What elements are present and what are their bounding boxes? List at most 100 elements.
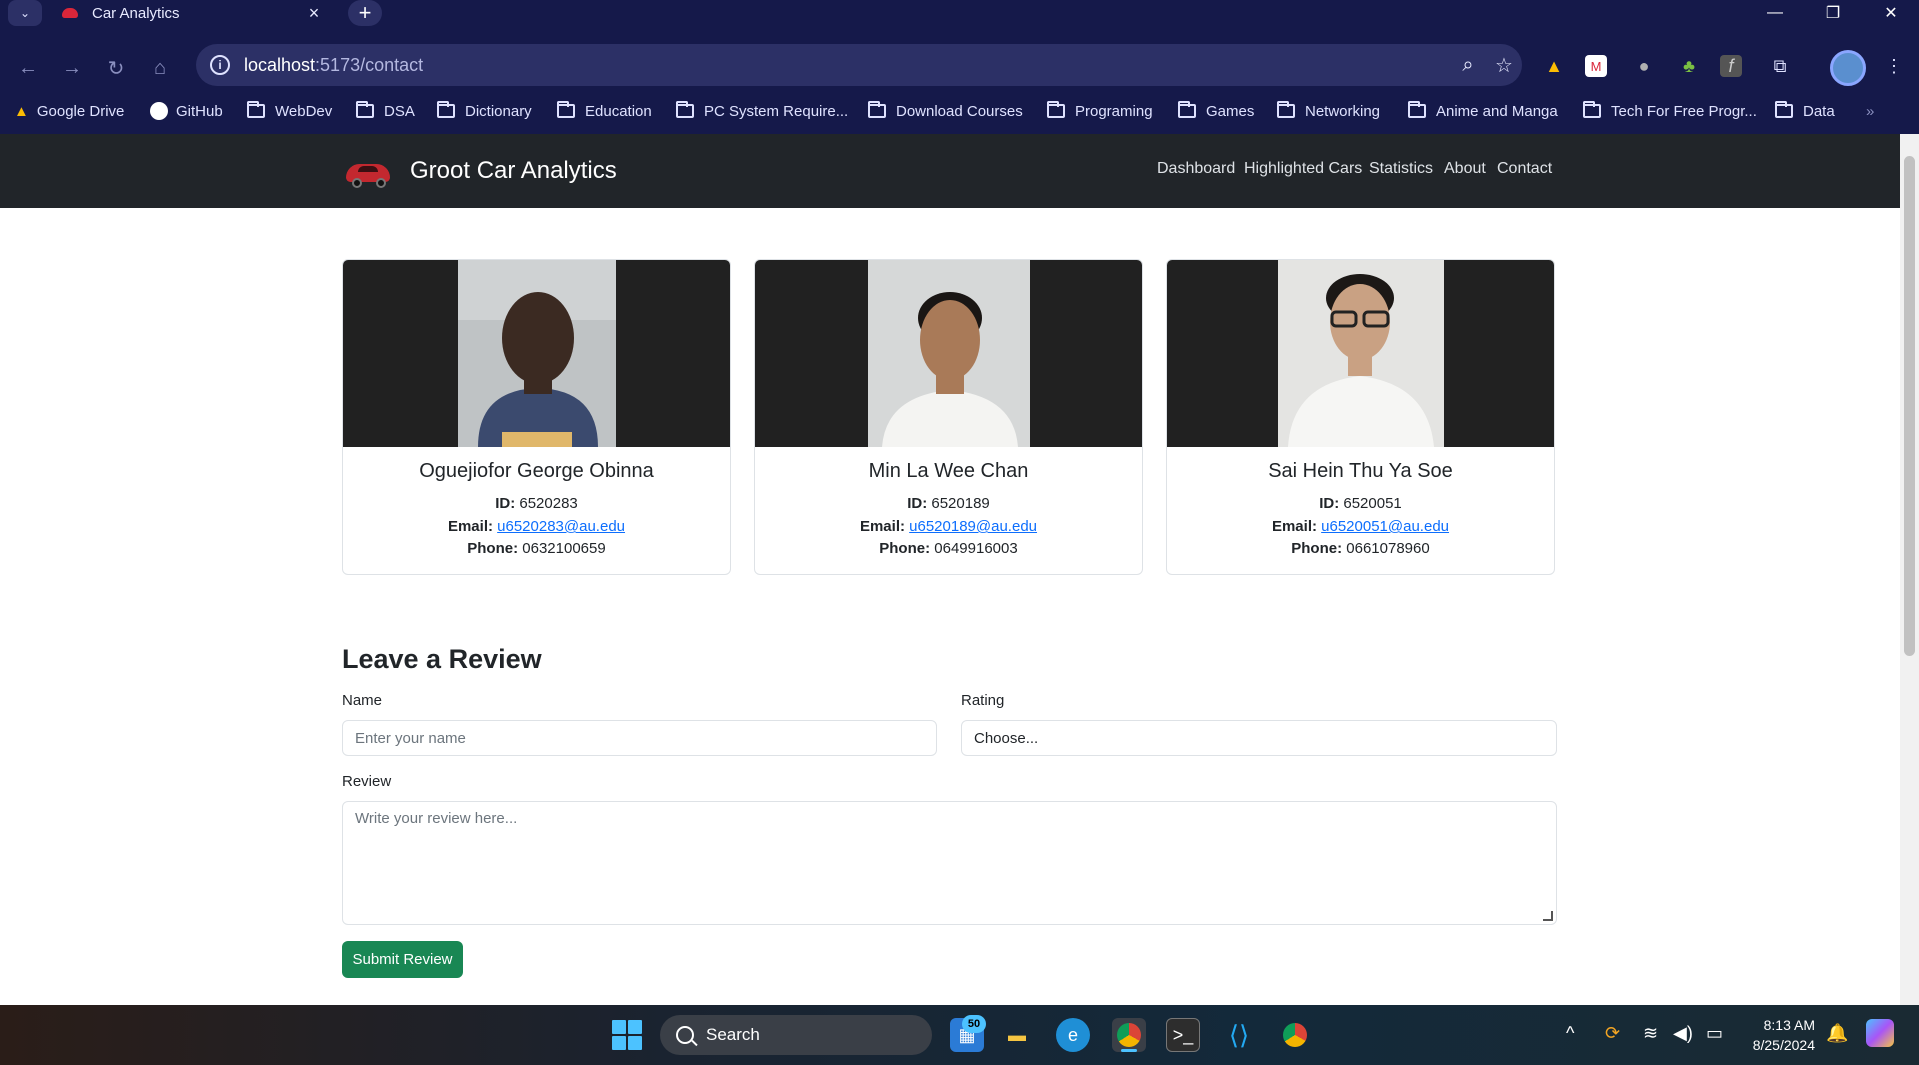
extension-bug-icon[interactable]: ● bbox=[1630, 52, 1658, 80]
tab-search-button[interactable]: ⌄ bbox=[8, 0, 42, 26]
edge-browser-icon[interactable]: e bbox=[1056, 1018, 1090, 1052]
nav-contact[interactable]: Contact bbox=[1497, 160, 1552, 178]
nav-dashboard[interactable]: Dashboard bbox=[1157, 160, 1235, 178]
tray-overflow-icon[interactable]: ^ bbox=[1566, 1023, 1574, 1044]
nav-about[interactable]: About bbox=[1444, 160, 1486, 178]
url-text[interactable]: localhost:5173/contact bbox=[244, 55, 1450, 76]
member-id-line: ID: 6520189 bbox=[907, 495, 990, 512]
scrollbar-thumb[interactable] bbox=[1904, 156, 1915, 656]
terminal-icon[interactable]: >_ bbox=[1166, 1018, 1200, 1052]
bookmark-folder-tech-for-free[interactable]: Tech For Free Progr... bbox=[1583, 99, 1757, 123]
folder-icon bbox=[1047, 101, 1065, 118]
windows-start-icon[interactable] bbox=[612, 1020, 642, 1050]
new-tab-button[interactable]: + bbox=[348, 0, 382, 26]
bookmark-folder-pc-system[interactable]: PC System Require... bbox=[676, 99, 848, 123]
member-photo-frame bbox=[1167, 260, 1554, 447]
folder-icon bbox=[1178, 101, 1196, 118]
team-member-card: Min La Wee Chan ID: 6520189 Email: u6520… bbox=[754, 259, 1143, 575]
member-email-link[interactable]: u6520283@au.edu bbox=[497, 518, 625, 535]
bookmark-folder-download-courses[interactable]: Download Courses bbox=[868, 99, 1023, 123]
bookmark-folder-programing[interactable]: Programing bbox=[1047, 99, 1153, 123]
car-favicon-icon bbox=[62, 8, 78, 18]
folder-icon bbox=[1408, 101, 1426, 118]
restore-icon[interactable]: ❐ bbox=[1808, 0, 1858, 26]
browser-tab-active[interactable]: Car Analytics × bbox=[50, 0, 340, 26]
nav-highlighted-cars[interactable]: Highlighted Cars bbox=[1244, 160, 1362, 178]
review-label: Review bbox=[342, 773, 392, 790]
page-content: Groot Car Analytics Dashboard Highlighte… bbox=[0, 134, 1900, 1005]
member-phone-line: Phone: 0661078960 bbox=[1291, 540, 1430, 557]
folder-icon bbox=[1775, 101, 1793, 118]
extensions-puzzle-icon[interactable]: ⧉ bbox=[1766, 52, 1794, 80]
profile-avatar[interactable] bbox=[1830, 50, 1866, 86]
bookmark-folder-webdev[interactable]: WebDev bbox=[247, 99, 332, 123]
resize-handle-icon[interactable] bbox=[1543, 911, 1553, 921]
tree-extension-icon[interactable]: ♣ bbox=[1675, 52, 1703, 80]
name-input[interactable]: Enter your name bbox=[342, 720, 937, 756]
taskbar-search-label: Search bbox=[706, 1025, 760, 1044]
mcafee-extension-icon[interactable]: M bbox=[1585, 55, 1607, 77]
member-id-line: ID: 6520283 bbox=[495, 495, 578, 512]
clock-time: 8:13 AM bbox=[1763, 1017, 1815, 1033]
notification-badge: 50 bbox=[962, 1015, 986, 1033]
car-logo-icon bbox=[344, 154, 392, 188]
close-tab-icon[interactable]: × bbox=[302, 3, 326, 24]
folder-icon bbox=[356, 101, 374, 118]
home-icon[interactable]: ⌂ bbox=[144, 52, 176, 84]
chrome-taskbar-icon[interactable] bbox=[1112, 1018, 1146, 1052]
bookmark-folder-dsa[interactable]: DSA bbox=[356, 99, 415, 123]
font-extension-icon[interactable]: f bbox=[1720, 55, 1742, 77]
team-member-card: Sai Hein Thu Ya Soe ID: 6520051 Email: u… bbox=[1166, 259, 1555, 575]
wifi-icon[interactable]: ≋ bbox=[1643, 1023, 1658, 1044]
google-drive-extension-icon[interactable]: ▲ bbox=[1540, 52, 1568, 80]
bookmark-github[interactable]: GitHub bbox=[150, 99, 223, 123]
site-info-icon[interactable]: i bbox=[210, 55, 230, 75]
bookmark-folder-games[interactable]: Games bbox=[1178, 99, 1254, 123]
rating-select[interactable]: Choose... bbox=[961, 720, 1557, 756]
address-bar[interactable]: i localhost:5173/contact ⌕ ☆ bbox=[196, 44, 1522, 86]
folder-icon bbox=[676, 101, 694, 118]
member-email-link[interactable]: u6520051@au.edu bbox=[1321, 518, 1449, 535]
forward-icon[interactable]: → bbox=[56, 52, 88, 84]
minimize-icon[interactable]: — bbox=[1750, 0, 1800, 26]
review-textarea[interactable]: Write your review here... bbox=[342, 801, 1557, 925]
chrome-profile-icon[interactable] bbox=[1278, 1018, 1312, 1052]
clock-date: 8/25/2024 bbox=[1752, 1037, 1815, 1053]
system-clock[interactable]: 8:13 AM 8/25/2024 bbox=[1735, 1015, 1815, 1055]
notification-bell-icon[interactable]: 🔔 bbox=[1826, 1023, 1848, 1044]
member-email-line: Email: u6520283@au.edu bbox=[447, 518, 626, 535]
member-photo bbox=[867, 260, 1030, 447]
bookmark-google-drive[interactable]: ▲ Google Drive bbox=[14, 99, 124, 123]
battery-icon[interactable]: ▭ bbox=[1706, 1023, 1723, 1044]
bookmark-folder-education[interactable]: Education bbox=[557, 99, 652, 123]
more-bookmarks-icon[interactable]: » bbox=[1866, 99, 1874, 123]
file-explorer-icon[interactable]: ▬ bbox=[1000, 1018, 1034, 1052]
folder-icon bbox=[557, 101, 575, 118]
site-navbar: Groot Car Analytics Dashboard Highlighte… bbox=[0, 134, 1900, 208]
member-email-link[interactable]: u6520189@au.edu bbox=[909, 518, 1037, 535]
back-icon[interactable]: ← bbox=[12, 52, 44, 84]
brand[interactable]: Groot Car Analytics bbox=[344, 150, 617, 192]
nav-statistics[interactable]: Statistics bbox=[1369, 160, 1433, 178]
member-name: Oguejiofor George Obinna bbox=[419, 460, 654, 482]
browser-menu-icon[interactable]: ⋮ bbox=[1880, 52, 1908, 80]
page-scrollbar[interactable] bbox=[1900, 134, 1919, 1005]
bookmark-folder-networking[interactable]: Networking bbox=[1277, 99, 1380, 123]
volume-icon[interactable]: ◀) bbox=[1673, 1023, 1693, 1044]
zoom-icon[interactable]: ⌕ bbox=[1450, 54, 1486, 77]
bookmark-star-icon[interactable]: ☆ bbox=[1486, 53, 1522, 78]
bookmark-folder-data[interactable]: Data bbox=[1775, 99, 1835, 123]
submit-review-button[interactable]: Submit Review bbox=[342, 941, 463, 978]
taskbar-search[interactable]: Search bbox=[660, 1015, 932, 1055]
bookmark-folder-dictionary[interactable]: Dictionary bbox=[437, 99, 532, 123]
google-drive-icon: ▲ bbox=[14, 102, 29, 120]
sync-icon[interactable]: ⟳ bbox=[1605, 1023, 1620, 1044]
bookmark-folder-anime-manga[interactable]: Anime and Manga bbox=[1408, 99, 1558, 123]
browser-toolbar: ← → ↻ ⌂ i localhost:5173/contact ⌕ ☆ ▲ M… bbox=[0, 44, 1919, 88]
tab-title: Car Analytics bbox=[92, 4, 180, 22]
reload-icon[interactable]: ↻ bbox=[100, 52, 132, 84]
copilot-icon[interactable] bbox=[1866, 1019, 1894, 1047]
close-window-icon[interactable]: ✕ bbox=[1866, 0, 1916, 26]
bookmarks-bar: ▲ Google Drive GitHub WebDev DSA Dictiona… bbox=[0, 88, 1919, 134]
vscode-icon[interactable]: ⟨⟩ bbox=[1222, 1018, 1256, 1052]
